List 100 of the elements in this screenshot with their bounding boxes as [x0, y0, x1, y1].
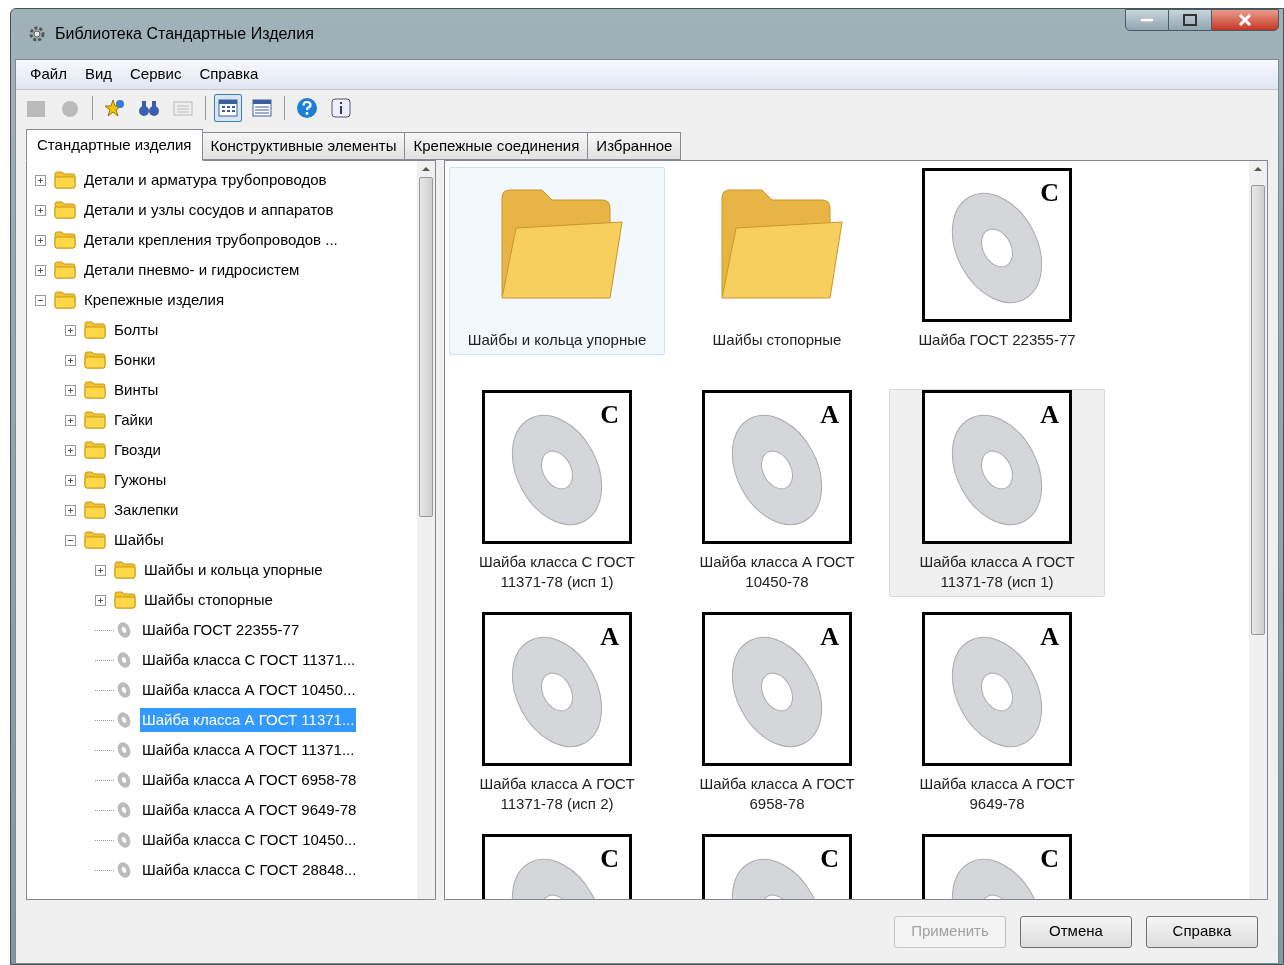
maximize-icon: [1183, 14, 1197, 26]
tree-item[interactable]: Заклепки: [112, 498, 181, 522]
menu-item[interactable]: Справка: [199, 63, 259, 86]
tab[interactable]: Стандартные изделия: [26, 129, 203, 161]
tree-item[interactable]: Шайбы: [112, 528, 166, 552]
grid-view-icon: [217, 97, 239, 119]
tree-item[interactable]: Шайбы стопорные: [142, 588, 275, 612]
expand-icon[interactable]: [95, 564, 106, 576]
class-letter: C: [600, 399, 619, 431]
expand-icon[interactable]: [95, 594, 106, 606]
tree-item[interactable]: Шайба класса А ГОСТ 6958-78: [140, 768, 359, 792]
expand-icon[interactable]: [35, 264, 46, 276]
item-tile[interactable]: Шайбы и кольца упорные: [449, 167, 665, 355]
menu-item[interactable]: Файл: [30, 63, 67, 86]
folder-icon: [84, 409, 106, 431]
item-label: Шайбы стопорные: [711, 330, 843, 350]
tree-item[interactable]: Шайбы и кольца упорные: [142, 558, 325, 582]
expand-icon[interactable]: [65, 354, 76, 366]
tree-item[interactable]: Гужоны: [112, 468, 169, 492]
class-letter: C: [820, 843, 839, 875]
tree-item[interactable]: Бонки: [112, 348, 158, 372]
tab[interactable]: Конструктивные элементы: [202, 132, 406, 160]
folder-icon: [54, 259, 76, 281]
item-label: Шайбы и кольца упорные: [466, 330, 648, 350]
class-letter: A: [820, 621, 839, 653]
folder-icon: [54, 289, 76, 311]
class-letter: A: [820, 399, 839, 431]
class-letter: A: [600, 621, 619, 653]
item-label: Шайба класса А ГОСТ 6958-78: [698, 774, 856, 814]
tree-item[interactable]: Гайки: [112, 408, 155, 432]
menu-item[interactable]: Сервис: [130, 63, 182, 86]
collapse-icon[interactable]: [65, 534, 76, 546]
collapse-icon[interactable]: [35, 294, 46, 306]
close-button[interactable]: [1211, 9, 1279, 31]
close-icon: [1238, 14, 1252, 26]
expand-icon[interactable]: [65, 474, 76, 486]
tree-item[interactable]: Детали пневмо- и гидросистем: [82, 258, 302, 282]
folder-icon: [84, 439, 106, 461]
tree-item[interactable]: Детали крепления трубопроводов ...: [82, 228, 340, 252]
scroll-thumb[interactable]: [1251, 185, 1265, 635]
star-icon: [104, 97, 126, 119]
dialog-button[interactable]: Отмена: [1020, 915, 1132, 948]
table-view-icon: [251, 97, 273, 119]
tree-item[interactable]: Шайба класса А ГОСТ 10450...: [140, 678, 358, 702]
tree-item[interactable]: Шайба класса С ГОСТ 11371...: [140, 648, 358, 672]
folder-icon: [84, 349, 106, 371]
class-letter: A: [1040, 399, 1059, 431]
folder-icon: [84, 379, 106, 401]
folder-icon: [114, 589, 136, 611]
item-label: Шайба класса А ГОСТ 11371-78 (исп 1): [918, 552, 1076, 592]
tab[interactable]: Крепежные соединения: [405, 132, 589, 160]
expand-icon[interactable]: [35, 174, 46, 186]
item-tile[interactable]: Шайбы стопорные: [669, 167, 885, 355]
folder-icon: [84, 319, 106, 341]
class-letter: C: [1040, 177, 1059, 209]
tree-item[interactable]: Шайба ГОСТ 22355-77: [140, 618, 302, 642]
expand-icon[interactable]: [65, 444, 76, 456]
tree-item[interactable]: Крепежные изделия: [82, 288, 227, 312]
tree-item[interactable]: Шайба класса С ГОСТ 28848...: [140, 858, 359, 882]
class-letter: C: [600, 843, 619, 875]
tree-item[interactable]: Шайба класса С ГОСТ 10450...: [140, 828, 359, 852]
info-icon: [330, 97, 352, 119]
item-label: Шайба класса А ГОСТ 9649-78: [918, 774, 1076, 814]
menu-item[interactable]: Вид: [84, 63, 113, 86]
expand-icon[interactable]: [35, 204, 46, 216]
expand-icon[interactable]: [65, 504, 76, 516]
toolbar-button[interactable]: [214, 94, 242, 122]
expand-icon[interactable]: [65, 324, 76, 336]
folder-icon: [84, 529, 106, 551]
minimize-icon: [1140, 18, 1154, 22]
item-label: Шайба класса А ГОСТ 10450-78: [698, 552, 856, 592]
gear-icon: [27, 24, 47, 44]
item-tile[interactable]: A Шайба класса А ГОСТ 11371-78 (исп 1): [889, 389, 1105, 597]
folder-icon: [54, 199, 76, 221]
window-title: Библиотека Стандартные Изделия: [55, 24, 314, 44]
item-label: Шайба ГОСТ 22355-77: [917, 330, 1077, 350]
folder-icon: [114, 559, 136, 581]
tree-item[interactable]: Детали и узлы сосудов и аппаратов: [82, 198, 336, 222]
tree-item[interactable]: Шайба класса А ГОСТ 9649-78: [140, 798, 359, 822]
expand-icon[interactable]: [65, 414, 76, 426]
tree-item[interactable]: Болты: [112, 318, 161, 342]
class-letter: A: [1040, 621, 1059, 653]
expand-icon[interactable]: [65, 384, 76, 396]
folder-icon: [84, 499, 106, 521]
minimize-button[interactable]: [1125, 9, 1169, 31]
class-letter: C: [1040, 843, 1059, 875]
tree-item[interactable]: Детали и арматура трубопроводов: [82, 168, 329, 192]
tree-item[interactable]: Винты: [112, 378, 161, 402]
tree-item[interactable]: Шайба класса А ГОСТ 11371...: [140, 738, 357, 762]
expand-icon[interactable]: [35, 234, 46, 246]
tab[interactable]: Избранное: [588, 132, 682, 160]
tree-item[interactable]: Гвозди: [112, 438, 163, 462]
folder-icon: [54, 229, 76, 251]
folder-icon: [54, 169, 76, 191]
folder-icon: [84, 469, 106, 491]
help-icon: [296, 97, 318, 119]
scroll-thumb[interactable]: [419, 177, 433, 517]
maximize-button[interactable]: [1169, 9, 1211, 31]
item-label: Шайба класса С ГОСТ 11371-78 (исп 1): [478, 552, 636, 592]
dialog-button[interactable]: Справка: [1146, 915, 1258, 948]
